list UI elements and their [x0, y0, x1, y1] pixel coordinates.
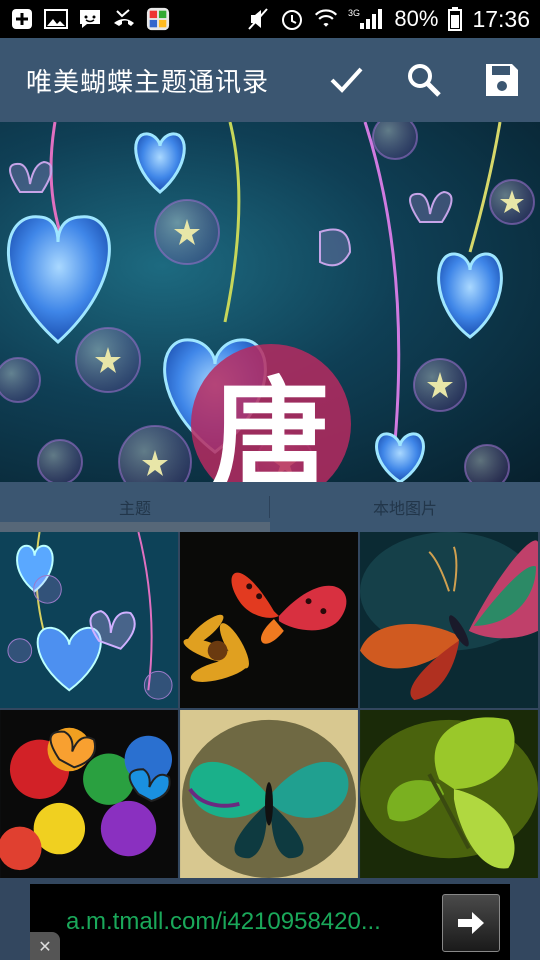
rainbow-butterfly-thumb: [0, 710, 178, 878]
red-butterfly-thumb: [180, 532, 358, 708]
alarm-icon: [280, 8, 304, 30]
add-icon: [10, 8, 34, 30]
tab-local-images-label: 本地图片: [372, 499, 437, 518]
theme-grid: [0, 532, 540, 880]
ad-banner[interactable]: a.m.tmall.com/i4210958420...: [30, 884, 510, 960]
app-icon: [146, 7, 170, 31]
ad-open-button[interactable]: [442, 894, 500, 952]
ad-close-button[interactable]: ✕: [30, 932, 60, 960]
clock: 17:36: [472, 5, 530, 32]
tab-theme-label: 主题: [118, 499, 151, 518]
check-icon: [330, 67, 363, 93]
heart-butterfly-thumb: [0, 532, 178, 708]
signal-icon: 3G: [348, 8, 384, 30]
feather-butterfly-thumb: [360, 532, 538, 708]
theme-thumb-teal-butterfly[interactable]: [180, 710, 360, 880]
status-right: 3G 80% 17:36: [236, 6, 540, 33]
save-icon: [486, 64, 518, 96]
missed-call-icon: [112, 8, 136, 30]
ad-url[interactable]: a.m.tmall.com/i4210958420...: [66, 908, 446, 936]
arrow-right-icon: [458, 912, 484, 934]
screen: 3G 80% 17:36 唯美蝴蝶主题通讯录 唐 主题 本地图片 a.m.tma…: [0, 0, 540, 960]
theme-thumb-green-butterfly[interactable]: [360, 710, 540, 880]
image-icon: [44, 8, 68, 30]
teal-butterfly-thumb: [180, 710, 358, 878]
message-icon: [78, 8, 102, 30]
contact-avatar[interactable]: 唐: [191, 344, 351, 482]
save-button[interactable]: [482, 60, 522, 100]
green-butterfly-thumb: [360, 710, 538, 878]
wifi-icon: [314, 8, 338, 30]
theme-thumb-rainbow-butterfly[interactable]: [0, 710, 180, 880]
status-left: [0, 7, 180, 31]
action-bar: 唯美蝴蝶主题通讯录: [0, 38, 540, 122]
confirm-button[interactable]: [326, 60, 366, 100]
search-icon: [408, 64, 441, 97]
page-title: 唯美蝴蝶主题通讯录: [26, 67, 270, 98]
battery-icon: [448, 7, 463, 31]
battery-percent: 80%: [394, 6, 439, 31]
theme-thumb-red-butterfly[interactable]: [180, 532, 360, 710]
search-button[interactable]: [404, 60, 444, 100]
tab-bar: 主题 本地图片: [0, 482, 540, 532]
svg-text:3G: 3G: [348, 8, 360, 18]
action-buttons: [326, 60, 522, 100]
tab-local-images[interactable]: 本地图片: [270, 482, 540, 532]
theme-thumb-feather-butterfly[interactable]: [360, 532, 540, 710]
tab-indicator: [0, 522, 270, 532]
theme-thumb-hearts[interactable]: [0, 532, 180, 710]
status-bar: 3G 80% 17:36: [0, 0, 540, 38]
theme-preview-banner: 唐: [0, 122, 540, 482]
mute-icon: [246, 8, 270, 30]
